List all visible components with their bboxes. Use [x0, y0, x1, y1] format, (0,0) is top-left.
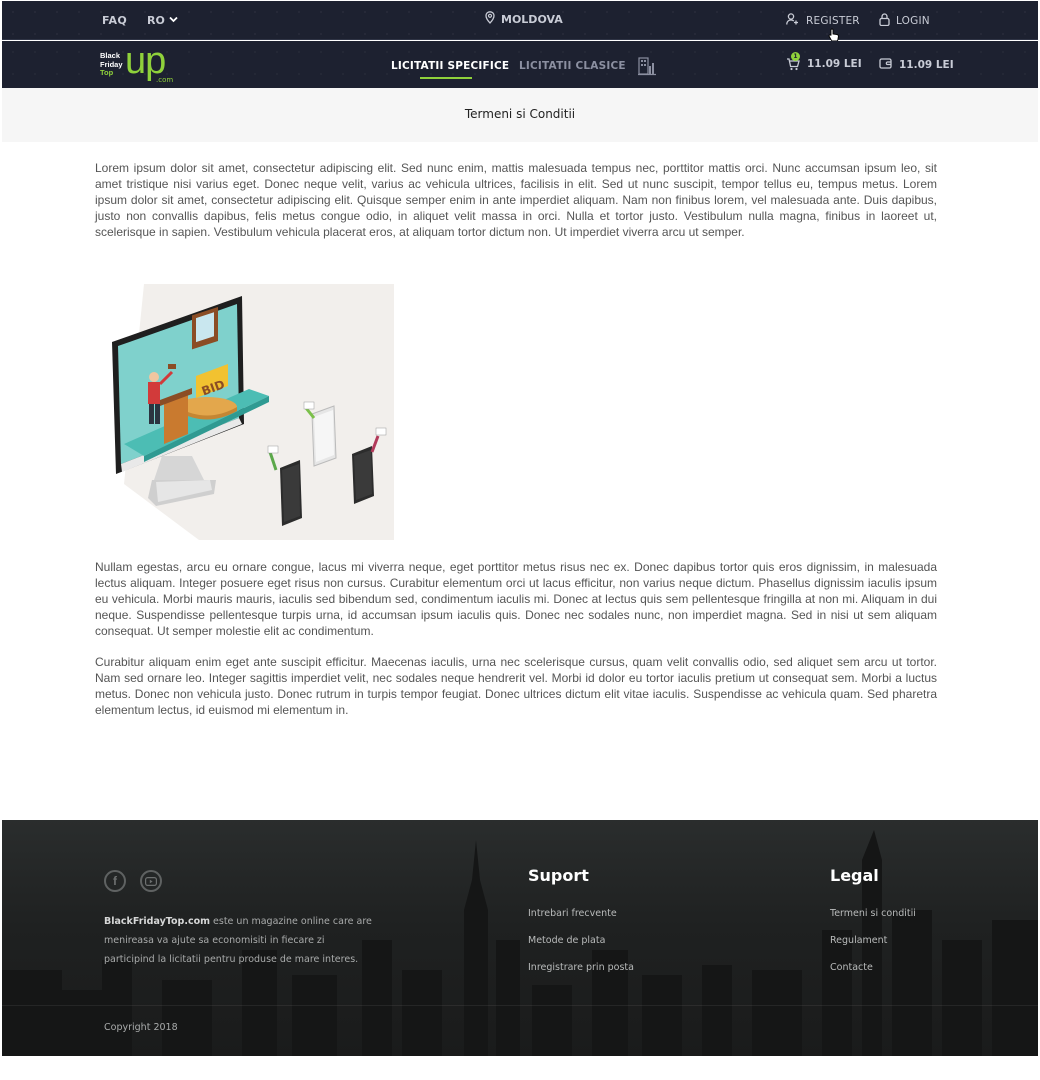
- login-label: LOGIN: [896, 15, 930, 27]
- page-title-bar: Termeni si Conditii: [2, 88, 1038, 142]
- youtube-icon[interactable]: [140, 870, 162, 892]
- location-pin-icon: [485, 11, 495, 27]
- tab-licitatii-specifice[interactable]: LICITATII SPECIFICE: [391, 60, 509, 72]
- faq-link[interactable]: FAQ: [102, 14, 127, 27]
- user-plus-icon: [786, 13, 799, 28]
- terms-paragraph-2: Nullam egestas, arcu eu ornare congue, l…: [95, 560, 937, 638]
- login-button[interactable]: LOGIN: [879, 13, 930, 29]
- footer-brand: BlackFridayTop.com: [104, 916, 211, 927]
- wallet-amount: 11.09 LEI: [899, 58, 954, 71]
- location-selector[interactable]: MOLDOVA: [485, 11, 563, 27]
- active-tab-indicator: [420, 77, 472, 79]
- footer-link-termeni[interactable]: Termeni si conditii: [830, 908, 916, 919]
- cart-amount: 11.09 LEI: [807, 58, 862, 70]
- wallet-balance[interactable]: 11.09 LEI: [879, 57, 954, 72]
- logo-com-text: .com: [156, 76, 174, 84]
- footer-link-regulament[interactable]: Regulament: [830, 935, 887, 946]
- terms-paragraph-1: Lorem ipsum dolor sit amet, consectetur …: [95, 161, 937, 239]
- logo-line-top: Top: [100, 68, 114, 77]
- social-links: f: [104, 870, 162, 892]
- page-title: Termeni si Conditii: [464, 107, 576, 121]
- footer-link-inregistrare[interactable]: Inregistrare prin posta: [528, 962, 634, 973]
- main-navbar: Black Friday Top up .com LICITATII SPECI…: [2, 40, 1038, 88]
- building-chart-icon[interactable]: [637, 56, 657, 80]
- site-logo[interactable]: Black Friday Top up .com: [100, 40, 180, 84]
- tab-licitatii-clasice[interactable]: LICITATII CLASICE: [519, 60, 626, 72]
- terms-paragraph-3: Curabitur aliquam enim eget ante suscipi…: [95, 655, 937, 717]
- footer-link-intrebari[interactable]: Intrebari frecvente: [528, 908, 617, 919]
- copyright-text: Copyright 2018: [104, 1022, 178, 1033]
- logo-small-text: Black Friday Top: [100, 51, 123, 78]
- lock-icon: [879, 13, 890, 29]
- footer-legal-title: Legal: [830, 866, 879, 885]
- register-label: REGISTER: [806, 14, 860, 27]
- chevron-down-icon: [169, 16, 178, 26]
- wallet-icon: [879, 57, 892, 72]
- facebook-icon[interactable]: f: [104, 870, 126, 892]
- footer-link-metode-plata[interactable]: Metode de plata: [528, 935, 605, 946]
- site-footer: f BlackFridayTop.com este un magazine on…: [2, 820, 1038, 1056]
- register-button[interactable]: REGISTER: [786, 13, 860, 28]
- top-bar: FAQ RO MOLDOVA REGISTER LOGIN: [2, 1, 1038, 42]
- cart-balance[interactable]: 1 11.09 LEI: [786, 52, 862, 71]
- cart-badge: 1: [791, 52, 800, 61]
- auction-illustration: BID: [104, 284, 396, 540]
- footer-link-contacte[interactable]: Contacte: [830, 962, 873, 973]
- footer-divider: [2, 1005, 1038, 1006]
- footer-suport-title: Suport: [528, 866, 589, 885]
- language-label: RO: [147, 14, 165, 27]
- cart-icon: 1: [786, 52, 800, 71]
- language-select[interactable]: RO: [147, 14, 178, 27]
- footer-about-text: BlackFridayTop.com este un magazine onli…: [104, 912, 374, 969]
- location-label: MOLDOVA: [501, 12, 563, 26]
